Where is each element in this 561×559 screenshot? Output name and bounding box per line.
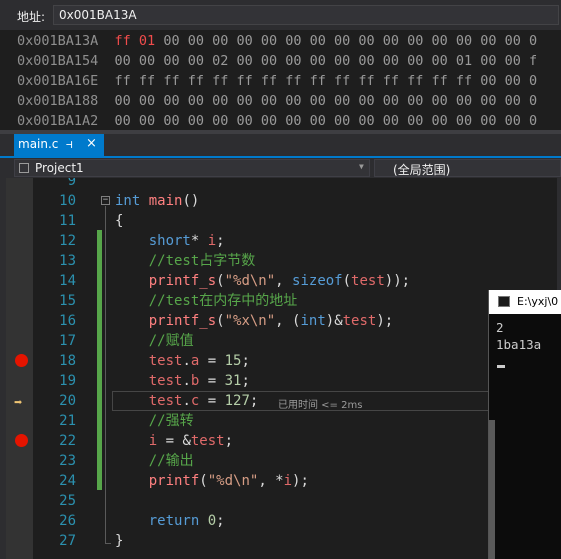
code-line: //test在内存中的地址 (148, 293, 298, 309)
memory-row-address: 0x001BA16E (17, 73, 99, 89)
outline-fold-line (105, 206, 106, 544)
line-number: 14 (59, 273, 76, 289)
memory-view[interactable]: 0x001BA13A ff 01 00 00 00 00 00 00 00 00… (0, 30, 561, 130)
line-number: 16 (59, 313, 76, 329)
code-line: i = &test; (148, 433, 234, 449)
code-line: short* i; (148, 233, 225, 249)
line-number: 12 (59, 233, 76, 249)
line-number: 25 (59, 493, 76, 509)
editor-left-strip (0, 178, 6, 559)
navigation-bar: Project1 ▼ (全局范围) (0, 158, 561, 178)
code-line: { (115, 213, 124, 229)
memory-row-bytes: ff ff ff ff ff ff ff ff ff ff ff ff ff f… (114, 73, 538, 89)
address-input[interactable]: 0x001BA13A (53, 5, 559, 25)
instruction-pointer-icon: ➡ (14, 395, 23, 411)
console-output-line: 2 (496, 320, 504, 335)
memory-row-address: 0x001BA1A2 (17, 113, 99, 129)
code-line: test.c = 127; (148, 393, 259, 409)
perf-tip[interactable]: 已用时间 <= 2ms (278, 396, 362, 411)
project-dropdown[interactable]: Project1 ▼ (14, 159, 370, 177)
close-icon[interactable]: × (86, 136, 97, 151)
code-editor[interactable]: 9 10 11 12 13 14 15 16 17 18 19 20 21 22… (0, 178, 561, 559)
memory-row-address: 0x001BA188 (17, 93, 99, 109)
line-number: 15 (59, 293, 76, 309)
console-title-bar[interactable]: E:\yxj\0 (489, 290, 561, 314)
code-line: test.b = 31; (148, 373, 250, 389)
line-number: 9 (67, 178, 76, 189)
memory-row-address: 0x001BA154 (17, 53, 99, 69)
code-line: return 0; (148, 513, 225, 529)
line-number: 27 (59, 533, 76, 549)
memory-address-bar: 地址: 0x001BA13A (0, 0, 561, 30)
console-output-line: 1ba13a (496, 337, 542, 352)
project-label: Project1 (35, 161, 84, 175)
memory-row: 0x001BA154 00 00 00 00 02 00 00 00 00 00… (17, 51, 537, 71)
console-icon (498, 296, 510, 307)
line-number: 11 (59, 213, 76, 229)
code-line: printf_s("%d\n", sizeof(test)); (148, 273, 411, 289)
console-title: E:\yxj\0 (517, 295, 559, 308)
line-number: 24 (59, 473, 76, 489)
line-number: 21 (59, 413, 76, 429)
memory-row-bytes: 00 00 00 00 02 00 00 00 00 00 00 00 00 0… (114, 53, 538, 69)
console-scrollbar[interactable] (489, 420, 495, 559)
code-line: int main() (115, 193, 200, 209)
change-tracking-bar (97, 230, 102, 490)
memory-changed-bytes: ff 01 (114, 33, 156, 49)
line-number: 26 (59, 513, 76, 529)
memory-row: 0x001BA16E ff ff ff ff ff ff ff ff ff ff… (17, 71, 537, 91)
line-number: 22 (59, 433, 76, 449)
memory-row: 0x001BA188 00 00 00 00 00 00 00 00 00 00… (17, 91, 537, 111)
code-line: //输出 (148, 453, 194, 469)
breakpoint-icon[interactable] (15, 434, 28, 447)
line-number: 23 (59, 453, 76, 469)
code-line: printf_s("%x\n", (int)&test); (148, 313, 394, 329)
breakpoint-icon[interactable] (15, 354, 28, 367)
memory-row: 0x001BA1A2 00 00 00 00 00 00 00 00 00 00… (17, 111, 537, 130)
tab-label: main.c (18, 137, 59, 151)
code-line: //赋值 (148, 333, 194, 349)
memory-row: 0x001BA13A ff 01 00 00 00 00 00 00 00 00… (17, 31, 537, 51)
memory-row-address: 0x001BA13A (17, 33, 99, 49)
code-line: printf("%d\n", *i); (148, 473, 309, 489)
console-window[interactable]: E:\yxj\0 2 1ba13a (488, 290, 561, 559)
tab-main-c[interactable]: main.c ⊣ × (14, 134, 104, 156)
console-cursor (497, 365, 505, 368)
scope-label: (全局范围) (393, 163, 451, 177)
line-number: 18 (59, 353, 76, 369)
code-line: } (115, 533, 124, 549)
outline-fold-end (105, 543, 111, 544)
memory-row-bytes: 00 00 00 00 00 00 00 00 00 00 00 00 00 0… (114, 93, 538, 109)
chevron-down-icon: ▼ (359, 162, 364, 171)
memory-row-bytes: 00 00 00 00 00 00 00 00 00 00 00 00 00 0… (114, 113, 538, 129)
document-tab-bar: main.c ⊣ × (0, 134, 561, 158)
project-icon (19, 163, 29, 173)
code-line: test.a = 15; (148, 353, 250, 369)
pin-icon[interactable]: ⊣ (66, 138, 73, 151)
line-number: 17 (59, 333, 76, 349)
memory-row-bytes: 00 00 00 00 00 00 00 00 00 00 00 00 00 0… (155, 33, 538, 49)
scope-dropdown[interactable]: (全局范围) (374, 159, 561, 177)
line-number: 10 (59, 193, 76, 209)
line-number: 13 (59, 253, 76, 269)
collapse-icon[interactable]: − (101, 196, 110, 205)
address-label: 地址: (17, 10, 46, 24)
code-line: //强转 (148, 413, 194, 429)
line-number: 19 (59, 373, 76, 389)
code-line: //test占字节数 (148, 253, 256, 269)
line-number: 20 (59, 393, 76, 409)
